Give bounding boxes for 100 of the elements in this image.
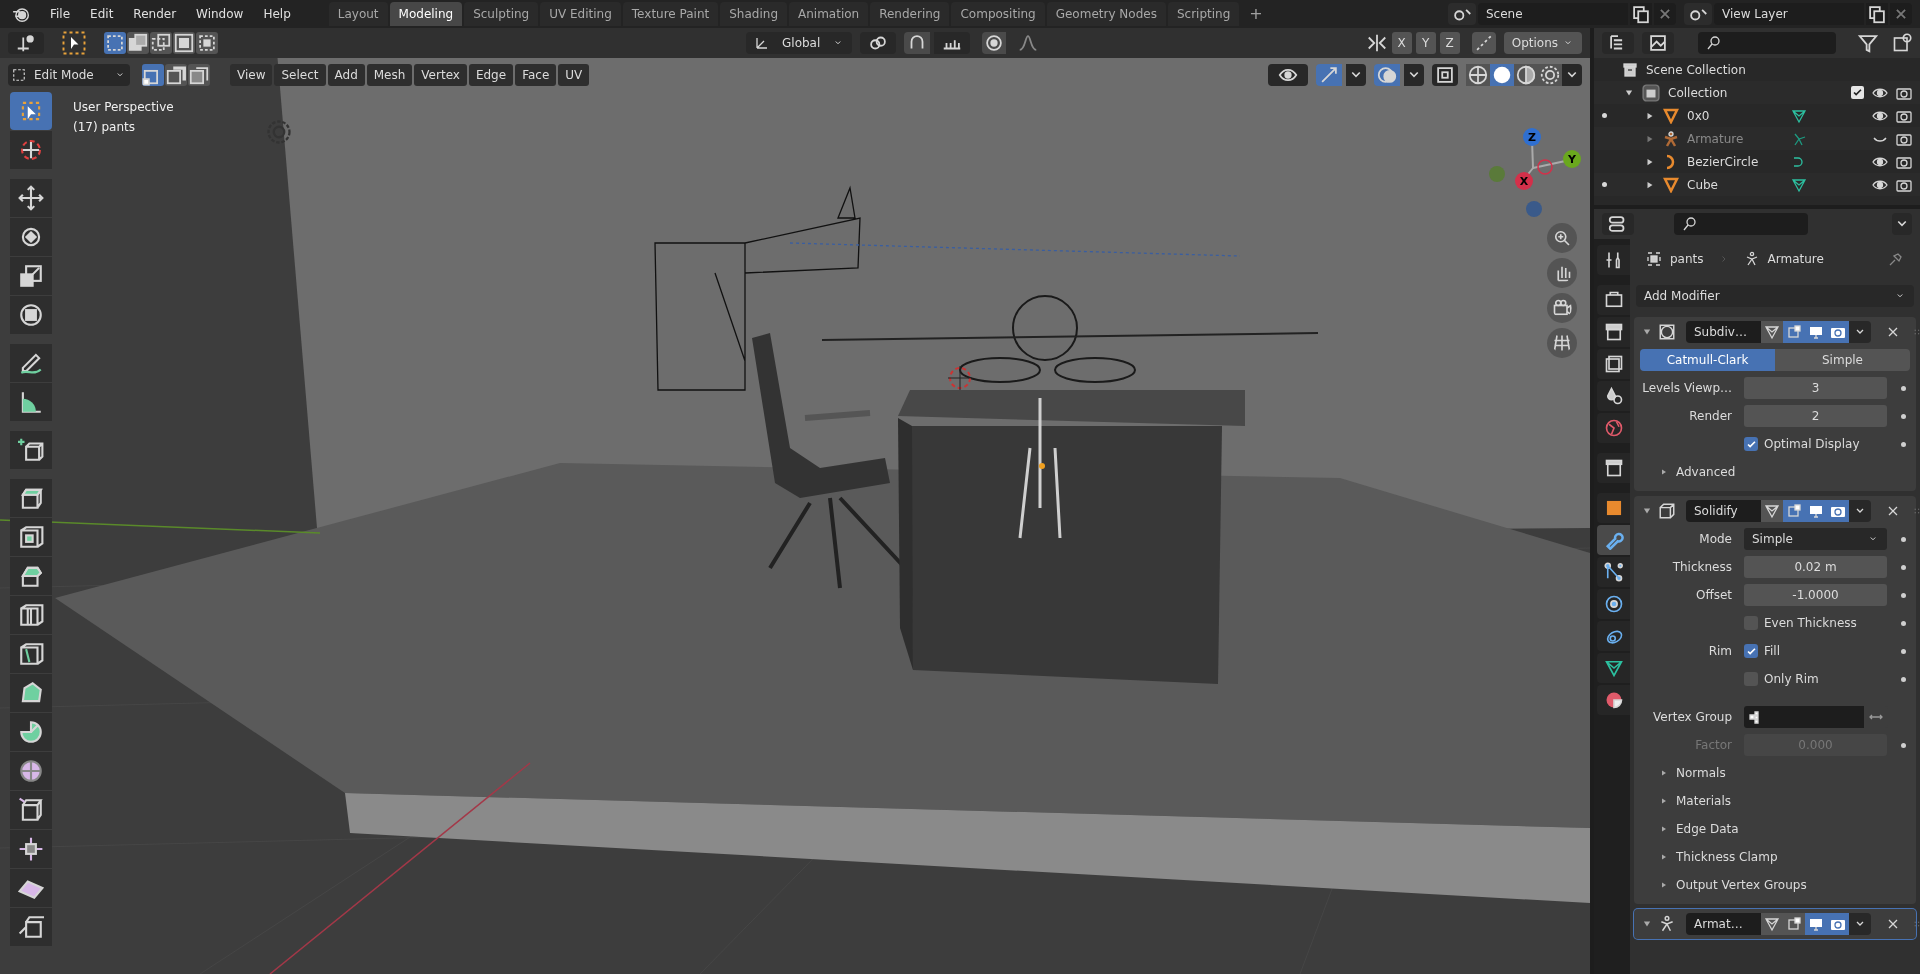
properties-tab[interactable]: [1597, 653, 1630, 683]
workspace-tab[interactable]: Compositing: [951, 2, 1045, 26]
tool-button[interactable]: [10, 752, 52, 790]
tool-button[interactable]: [10, 344, 52, 382]
checkbox[interactable]: Fill: [1744, 642, 1781, 660]
collapsed-arrow-icon[interactable]: [1660, 797, 1668, 805]
outliner-item[interactable]: Collection: [1668, 83, 1843, 102]
tool-button[interactable]: [10, 596, 52, 634]
workspace-tab[interactable]: Shading: [720, 2, 787, 26]
vertex-group-field[interactable]: [1744, 706, 1864, 728]
expanded-arrow-icon[interactable]: [1642, 919, 1652, 929]
vertex-square-icon[interactable]: [1783, 500, 1805, 522]
caret-icon[interactable]: [1849, 913, 1871, 935]
properties-tab[interactable]: [1597, 381, 1630, 411]
shading-mode-icon[interactable]: [1538, 64, 1562, 86]
properties-tab[interactable]: [1597, 685, 1630, 715]
subpanel-header[interactable]: Normals: [1676, 764, 1726, 782]
tool-button[interactable]: [10, 296, 52, 334]
selection-mode-icon[interactable]: [104, 32, 126, 54]
close-icon[interactable]: [1654, 3, 1676, 25]
outliner-item[interactable]: 0x0: [1687, 106, 1783, 125]
subpanel-header[interactable]: Thickness Clamp: [1676, 848, 1778, 866]
exclude-checkbox[interactable]: [1851, 86, 1864, 99]
menu-item[interactable]: Help: [255, 1, 299, 27]
axis-toggle[interactable]: Z: [1439, 32, 1460, 54]
number-field[interactable]: 3: [1744, 377, 1887, 399]
transform-pivot-icon[interactable]: [8, 32, 44, 54]
caret-icon[interactable]: [1892, 213, 1912, 235]
breadcrumb-item[interactable]: pants: [1670, 250, 1704, 268]
workspace-tab[interactable]: Texture Paint: [622, 2, 719, 26]
properties-tab[interactable]: [1597, 621, 1630, 651]
menu-button[interactable]: View: [230, 64, 273, 86]
checkbox[interactable]: Even Thickness: [1744, 614, 1857, 632]
scene-icon[interactable]: [1448, 3, 1476, 25]
tool-button[interactable]: [10, 383, 52, 421]
properties-tab[interactable]: [1597, 285, 1630, 315]
menu-button[interactable]: Face: [515, 64, 557, 86]
outliner-item[interactable]: Cube: [1687, 175, 1783, 194]
properties-tab[interactable]: [1597, 589, 1630, 619]
shading-mode-icon[interactable]: [1466, 64, 1490, 86]
expanded-arrow-icon[interactable]: [1642, 506, 1652, 516]
properties-tab[interactable]: [1597, 349, 1630, 379]
close-icon[interactable]: [1890, 3, 1912, 25]
axis-toggle[interactable]: X: [1391, 32, 1412, 54]
menu-button[interactable]: Mesh: [366, 64, 413, 86]
eye-icon[interactable]: [1268, 64, 1308, 86]
gizmo-toggle-icon[interactable]: [1316, 64, 1342, 86]
workspace-tab[interactable]: Sculpting: [464, 2, 539, 26]
shading-mode-icon[interactable]: [1514, 64, 1538, 86]
orientation-dropdown[interactable]: Global: [746, 32, 853, 54]
proportional-edit-icon[interactable]: [982, 32, 1007, 54]
properties-tab[interactable]: [1597, 557, 1630, 587]
menu-button[interactable]: Add: [327, 64, 365, 86]
select-mode-icon[interactable]: [165, 64, 187, 86]
selection-mode-icon[interactable]: [196, 32, 218, 54]
tool-button[interactable]: [10, 713, 52, 751]
modifier-name-field[interactable]: Solidify: [1686, 500, 1761, 522]
axis-toggle[interactable]: Y: [1415, 32, 1436, 54]
breadcrumb-item[interactable]: Armature: [1767, 250, 1880, 268]
segment-option[interactable]: Catmull-Clark: [1640, 349, 1775, 371]
caret-icon[interactable]: [1404, 64, 1424, 86]
copy-icon[interactable]: [1630, 3, 1652, 25]
expanded-arrow-icon[interactable]: [1642, 327, 1652, 337]
tool-button[interactable]: [10, 908, 52, 946]
workspace-tab[interactable]: Layout: [328, 2, 388, 26]
selection-mode-icon[interactable]: [150, 32, 172, 54]
view-layer-field[interactable]: View Layer: [1714, 3, 1864, 25]
search-field[interactable]: [1698, 32, 1836, 54]
checkbox[interactable]: Optimal Display: [1744, 435, 1860, 453]
workspace-tab[interactable]: Scripting: [1167, 2, 1240, 26]
properties-tab[interactable]: [1597, 493, 1630, 523]
add-workspace-button[interactable]: +: [1241, 2, 1271, 26]
tool-button[interactable]: [10, 131, 52, 169]
tool-button[interactable]: [10, 674, 52, 712]
selection-mode-icon[interactable]: [127, 32, 149, 54]
number-field[interactable]: -1.0000: [1744, 584, 1887, 606]
tool-button[interactable]: [10, 92, 52, 130]
pointer-icon[interactable]: [60, 31, 88, 55]
collapsed-arrow-icon[interactable]: [1660, 769, 1668, 777]
snap-increment-icon[interactable]: [934, 32, 971, 54]
workspace-tab[interactable]: Modeling: [389, 2, 463, 26]
select-mode-icon[interactable]: [188, 64, 210, 86]
camera-icon[interactable]: [1827, 321, 1849, 343]
modifier-name-field[interactable]: Subdiv…: [1686, 321, 1761, 343]
xray-icon[interactable]: [1432, 64, 1458, 86]
workspace-tab[interactable]: Geometry Nodes: [1046, 2, 1166, 26]
properties-tab[interactable]: [1597, 317, 1630, 347]
tool-button[interactable]: [10, 218, 52, 256]
display-mode-icon[interactable]: [1602, 32, 1634, 54]
menu-item[interactable]: File: [42, 1, 79, 27]
outliner-item[interactable]: BezierCircle: [1687, 152, 1783, 171]
caret-icon[interactable]: [1849, 321, 1871, 343]
shading-mode-icon[interactable]: [1490, 64, 1514, 86]
tool-button[interactable]: [10, 431, 52, 469]
tool-button[interactable]: [10, 257, 52, 295]
subpanel-header[interactable]: Advanced: [1676, 463, 1736, 481]
workspace-tab[interactable]: Animation: [789, 2, 869, 26]
collapsed-arrow-icon[interactable]: [1660, 468, 1668, 476]
add-modifier-dropdown[interactable]: Add Modifier: [1636, 285, 1914, 307]
menu-button[interactable]: Select: [274, 64, 326, 86]
